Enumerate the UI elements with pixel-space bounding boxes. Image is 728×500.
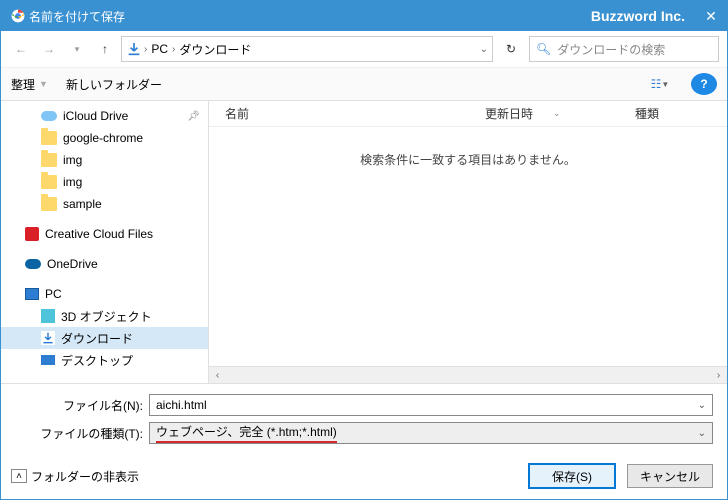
action-bar: ˄ フォルダーの非表示 保存(S) キャンセル <box>1 456 727 496</box>
filetype-label: ファイルの種類(T): <box>15 425 149 442</box>
tree-item-chrome[interactable]: google-chrome <box>1 127 208 149</box>
folder-icon <box>41 197 57 211</box>
refresh-button[interactable]: ↻ <box>497 36 525 62</box>
folder-tree: iCloud Drive📌︎ google-chrome img img sam… <box>1 101 209 383</box>
creative-cloud-icon <box>25 227 39 241</box>
nav-row: ← → ▾ ↑ › PC › ダウンロード ⌄ ↻ 🔍︎ ダウンロードの検索 <box>1 31 727 67</box>
scroll-right-icon[interactable]: › <box>710 370 727 381</box>
breadcrumb[interactable]: › PC › ダウンロード ⌄ <box>121 36 493 62</box>
chevron-down-icon[interactable]: ⌄ <box>698 400 706 411</box>
down-arrow-icon <box>126 41 142 57</box>
hide-folders-button[interactable]: ˄ フォルダーの非表示 <box>11 468 139 485</box>
cube-icon <box>41 309 55 323</box>
filename-input[interactable]: aichi.html ⌄ <box>149 394 713 416</box>
brand-label: Buzzword Inc. <box>591 8 685 24</box>
tree-item-desktop[interactable]: デスクトップ <box>1 349 208 371</box>
filename-label: ファイル名(N): <box>15 397 149 414</box>
window-title: 名前を付けて保存 <box>25 8 591 25</box>
forward-button[interactable]: → <box>37 37 61 61</box>
toolbar: 整理 ▼ 新しいフォルダー ☷ ▼ ? <box>1 67 727 101</box>
cloud-icon <box>41 111 57 121</box>
col-type[interactable]: 種類 <box>619 105 675 122</box>
list-header: 名前 更新日時⌄ 種類 <box>209 101 727 127</box>
empty-message: 検索条件に一致する項目はありません。 <box>209 127 727 366</box>
chevron-right-icon: › <box>144 44 147 55</box>
tree-item-img1[interactable]: img <box>1 149 208 171</box>
chevron-down-icon: ⌄ <box>698 428 706 439</box>
col-modified[interactable]: 更新日時⌄ <box>469 105 619 122</box>
tree-item-cc[interactable]: Creative Cloud Files <box>1 223 208 245</box>
tree-item-downloads[interactable]: ダウンロード <box>1 327 208 349</box>
tree-item-img2[interactable]: img <box>1 171 208 193</box>
crumb-pc[interactable]: PC <box>149 42 170 56</box>
download-icon <box>41 331 55 345</box>
tree-item-onedrive[interactable]: OneDrive <box>1 253 208 275</box>
onedrive-icon <box>25 259 41 269</box>
chrome-icon <box>11 9 25 23</box>
back-button[interactable]: ← <box>9 37 33 61</box>
recent-dropdown[interactable]: ▾ <box>65 37 89 61</box>
save-form: ファイル名(N): aichi.html ⌄ ファイルの種類(T): ウェブペー… <box>1 383 727 456</box>
cancel-button[interactable]: キャンセル <box>627 464 713 488</box>
col-name[interactable]: 名前 <box>209 105 469 122</box>
help-button[interactable]: ? <box>691 73 717 95</box>
crumb-downloads[interactable]: ダウンロード <box>177 41 253 58</box>
organize-menu[interactable]: 整理 <box>11 76 35 93</box>
save-button[interactable]: 保存(S) <box>529 464 615 488</box>
filetype-select[interactable]: ウェブページ、完全 (*.htm;*.html) ⌄ <box>149 422 713 444</box>
up-button[interactable]: ↑ <box>93 37 117 61</box>
chevron-up-icon: ˄ <box>11 469 27 483</box>
new-folder-button[interactable]: 新しいフォルダー <box>66 76 162 93</box>
horizontal-scrollbar[interactable]: ‹ › <box>209 366 727 383</box>
scroll-left-icon[interactable]: ‹ <box>209 370 226 381</box>
search-placeholder: ダウンロードの検索 <box>557 41 665 58</box>
chevron-down-icon: ▼ <box>39 79 48 89</box>
folder-icon <box>41 153 57 167</box>
search-icon: 🔍︎ <box>536 42 551 56</box>
desktop-icon <box>41 355 55 365</box>
view-options-button[interactable]: ☷ ▼ <box>647 73 673 95</box>
tree-item-3dobjects[interactable]: 3D オブジェクト <box>1 305 208 327</box>
main-area: iCloud Drive📌︎ google-chrome img img sam… <box>1 101 727 383</box>
close-button[interactable]: ✕ <box>705 8 717 25</box>
tree-item-sample[interactable]: sample <box>1 193 208 215</box>
sort-down-icon: ⌄ <box>553 108 561 119</box>
pin-icon: 📌︎ <box>187 111 200 122</box>
tree-item-icloud[interactable]: iCloud Drive📌︎ <box>1 105 208 127</box>
breadcrumb-dropdown[interactable]: ⌄ <box>480 44 488 55</box>
chevron-right-icon: › <box>172 44 175 55</box>
search-input[interactable]: 🔍︎ ダウンロードの検索 <box>529 36 719 62</box>
folder-icon <box>41 175 57 189</box>
file-list-area: 名前 更新日時⌄ 種類 検索条件に一致する項目はありません。 ‹ › <box>209 101 727 383</box>
titlebar: 名前を付けて保存 Buzzword Inc. ✕ <box>1 1 727 31</box>
tree-item-pc[interactable]: PC <box>1 283 208 305</box>
folder-icon <box>41 131 57 145</box>
pc-icon <box>25 288 39 300</box>
